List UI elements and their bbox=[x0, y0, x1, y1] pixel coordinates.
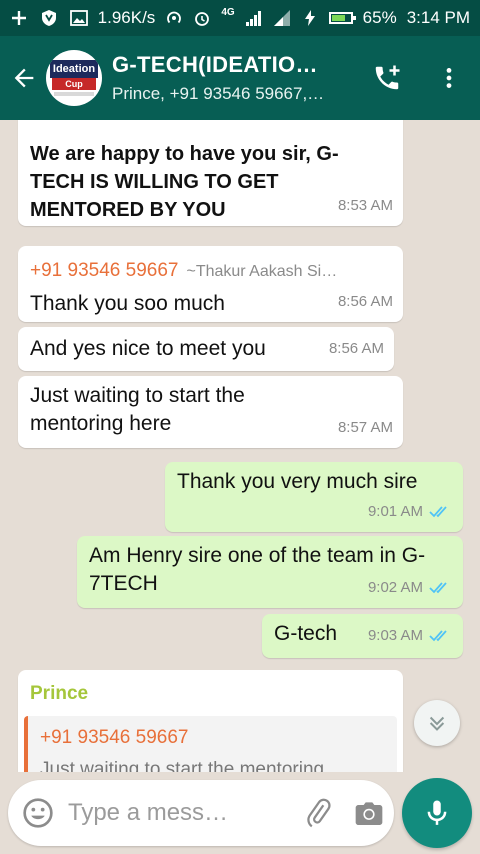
add-icon bbox=[12, 11, 26, 25]
microphone-icon bbox=[427, 800, 447, 825]
message-sender: Prince bbox=[30, 683, 89, 704]
quoted-sender: +91 93546 59667 bbox=[40, 727, 189, 748]
attach-button[interactable] bbox=[294, 798, 344, 828]
message-bubble-outgoing[interactable]: Thank you very much sire 9:01 AM bbox=[165, 462, 463, 532]
shield-icon bbox=[42, 10, 56, 26]
message-time: 9:02 AM bbox=[367, 579, 423, 596]
message-bubble-outgoing[interactable]: G-tech 9:03 AM bbox=[262, 614, 463, 658]
emoji-icon bbox=[23, 798, 53, 828]
charging-icon bbox=[304, 10, 315, 26]
signal-2-icon bbox=[273, 10, 290, 26]
image-icon bbox=[70, 10, 88, 26]
signal-icon bbox=[245, 11, 261, 26]
more-vert-icon bbox=[446, 68, 452, 88]
clock: 3:14 PM bbox=[406, 8, 470, 27]
message-text: Thank you very much sire bbox=[177, 470, 418, 493]
message-list[interactable]: We are happy to have you sir, G-TECH IS … bbox=[0, 120, 480, 772]
avatar-logo-top: Ideation bbox=[50, 60, 98, 78]
status-bar: 1.96K/s 4G 65% 3:14 PM bbox=[0, 0, 480, 36]
alarm-icon bbox=[195, 12, 210, 26]
message-time: 9:03 AM bbox=[367, 627, 423, 644]
more-options-button[interactable] bbox=[418, 36, 480, 120]
hotspot-icon bbox=[167, 11, 182, 24]
message-time: 8:56 AM bbox=[328, 340, 384, 357]
quoted-text: Just waiting to start the mentoring bbox=[40, 759, 325, 772]
message-sender-alias: ~Thakur Aakash Si… bbox=[186, 263, 338, 280]
chat-title-area[interactable]: G-TECH(IDEATIO… Prince, +91 93546 59667,… bbox=[112, 52, 356, 104]
message-composer: Type a mess… bbox=[8, 780, 394, 846]
read-receipt-icon bbox=[429, 582, 447, 594]
paperclip-icon bbox=[307, 798, 331, 828]
message-sender-line: +91 93546 59667 ~Thakur Aakash Si… bbox=[30, 256, 391, 286]
avatar-logo-bottom: Cup bbox=[52, 78, 96, 90]
back-arrow-icon bbox=[14, 68, 34, 88]
back-button[interactable] bbox=[2, 36, 46, 120]
chevron-double-down-icon bbox=[429, 716, 445, 731]
chat-header: Ideation Cup G-TECH(IDEATIO… Prince, +91… bbox=[0, 36, 480, 120]
network-type: 4G bbox=[221, 6, 235, 18]
message-bubble-outgoing[interactable]: Am Henry sire one of the team in G-7TECH… bbox=[77, 536, 463, 608]
net-speed: 1.96K/s bbox=[97, 8, 156, 27]
message-time: 8:57 AM bbox=[337, 419, 393, 436]
message-bubble-incoming[interactable]: We are happy to have you sir, G-TECH IS … bbox=[18, 120, 403, 226]
battery-percent: 65% bbox=[362, 8, 397, 27]
message-bubble-incoming[interactable]: Prince +91 93546 59667 Just waiting to s… bbox=[18, 670, 403, 772]
camera-button[interactable] bbox=[344, 797, 394, 829]
message-text: Just waiting to start the mentoring here bbox=[30, 384, 245, 435]
message-time: 8:56 AM bbox=[337, 293, 393, 310]
group-avatar[interactable]: Ideation Cup bbox=[46, 50, 102, 106]
message-text: Thank you soo much bbox=[30, 292, 225, 315]
add-call-button[interactable] bbox=[356, 36, 418, 120]
message-sender: +91 93546 59667 bbox=[30, 260, 179, 281]
read-receipt-icon bbox=[429, 506, 447, 518]
voice-message-button[interactable] bbox=[402, 778, 472, 848]
message-bubble-incoming[interactable]: And yes nice to meet you 8:56 AM bbox=[18, 327, 394, 371]
message-bubble-incoming[interactable]: +91 93546 59667 ~Thakur Aakash Si… Thank … bbox=[18, 246, 403, 322]
chat-title: G-TECH(IDEATIO… bbox=[112, 52, 318, 77]
scroll-to-bottom-button[interactable] bbox=[414, 700, 460, 746]
camera-icon bbox=[355, 802, 383, 825]
quoted-message[interactable]: +91 93546 59667 Just waiting to start th… bbox=[24, 716, 397, 772]
message-time: 8:53 AM bbox=[337, 197, 393, 214]
message-text: We are happy to have you sir, G-TECH IS … bbox=[30, 143, 339, 221]
message-time: 9:01 AM bbox=[367, 503, 423, 520]
avatar-logo-strip bbox=[54, 92, 94, 96]
battery-icon bbox=[328, 12, 356, 24]
add-call-icon bbox=[375, 65, 400, 90]
message-input[interactable]: Type a mess… bbox=[68, 799, 294, 827]
message-bubble-incoming[interactable]: Just waiting to start the mentoring here… bbox=[18, 376, 403, 448]
emoji-button[interactable] bbox=[8, 797, 68, 829]
read-receipt-icon bbox=[429, 630, 447, 642]
chat-participants: Prince, +91 93546 59667,… bbox=[112, 84, 325, 103]
